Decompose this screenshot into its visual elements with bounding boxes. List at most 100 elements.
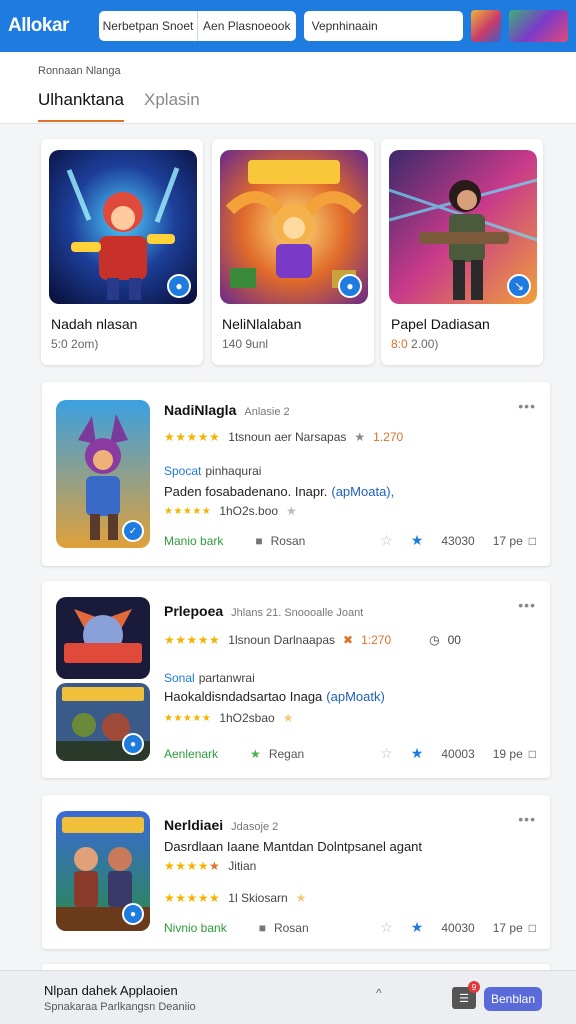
footer-right-text: 17 pe	[492, 533, 523, 548]
description-link[interactable]: (apMoatk)	[326, 689, 385, 704]
more-options-icon[interactable]: •••	[518, 811, 536, 827]
developer-link[interactable]: Manio bark	[164, 534, 223, 548]
primary-action-button[interactable]: Benblan	[484, 987, 542, 1011]
app-icon-image: ●	[56, 683, 150, 761]
star-outline-icon: ★	[354, 430, 366, 444]
app-list-item[interactable]: ● Prlepoea Jhlans 21. Snoooalle Joant •••…	[42, 581, 550, 778]
rating-text: 1tsnoun aer Narsapas	[228, 430, 347, 444]
tab-secondary[interactable]: Xplasin	[144, 90, 200, 110]
featured-sub: 140 9unl	[222, 337, 269, 351]
app-list-item[interactable]: ✓ NadiNlagla Anlasie 2 ••• ★★★★★ 1tsnoun …	[42, 382, 550, 566]
rating-row: ★★★★★ 1lsnoun Darlnaapas ✖ 1:270 ◷ 00	[164, 633, 461, 647]
favorite-filled-icon[interactable]: ★	[411, 745, 424, 762]
top-box-right[interactable]: Aen Plasnoeook	[196, 11, 296, 41]
comment-icon[interactable]: □	[529, 747, 536, 761]
download-count: 40003	[441, 746, 475, 761]
cart-badge: 9	[468, 981, 480, 993]
sub-rating-row: ★★★★★ 1hO2sbao ★	[164, 711, 293, 725]
verified-icon: ✓	[122, 520, 144, 542]
developer-link[interactable]: Nivnio bank	[164, 921, 227, 935]
category-label[interactable]: Spocat	[164, 464, 201, 478]
game-thumb-icon[interactable]	[471, 10, 502, 42]
rating-stars-icon: ★★★★★	[164, 505, 212, 517]
sub-rating-row: ★★★★★ 1hO2s.boo ★	[164, 504, 297, 518]
home-icon: ■	[255, 533, 263, 548]
home-icon: ■	[258, 920, 266, 935]
clock-icon: ◷	[429, 633, 440, 647]
app-meta: Anlasie 2	[244, 406, 290, 418]
category-row: Spocat pinhaqurai	[164, 464, 261, 478]
breadcrumb[interactable]: Ronnaan Nlanga	[38, 65, 121, 77]
more-options-icon[interactable]: •••	[518, 398, 536, 414]
rating-value: 1:270	[361, 633, 392, 647]
category-rest: partanwrai	[198, 671, 255, 685]
rating-stars-icon: ★★★★★	[164, 430, 221, 444]
app-meta: Jhlans 21. Snoooalle Joant	[231, 607, 364, 619]
top-box-left[interactable]: Nerbetpan Snoet	[99, 11, 197, 41]
featured-art-image: ●	[49, 150, 197, 304]
sub-rating-text: 1hO2s.boo	[219, 504, 279, 518]
category-label[interactable]: Sonal	[164, 671, 195, 685]
app-icon-image: ●	[56, 811, 150, 931]
featured-art-image: ●	[220, 150, 368, 304]
rating-value: 1.270	[373, 430, 404, 444]
rating-stars-icon: ★★★★★	[164, 633, 221, 647]
star-half-icon: ★	[295, 891, 307, 905]
favorite-outline-icon[interactable]: ☆	[380, 532, 393, 549]
featured-sub: 5:0 2om)	[51, 337, 99, 351]
share-icon[interactable]: ↘	[507, 274, 531, 298]
star-outline-icon: ★	[286, 504, 297, 518]
app-logo[interactable]: Allokar	[8, 15, 91, 37]
footer-mid-text: Regan	[268, 746, 305, 761]
app-footer: Manio bark ■ Rosan ☆ ★ 43030 17 pe □	[164, 532, 536, 549]
download-count: 43030	[441, 533, 475, 548]
sub-rating-text: 1hO2sbao	[219, 711, 275, 725]
app-title[interactable]: NadiNlagla Anlasie 2	[164, 402, 290, 418]
bottom-bar: Nlpan dahek Applaoien Spnakaraa Parlkang…	[0, 970, 576, 1024]
category-row: Sonal partanwrai	[164, 671, 255, 685]
search-input[interactable]: Vepnhinaain	[303, 11, 464, 41]
star-half-icon: ★	[282, 711, 294, 725]
app-title[interactable]: Nerldiaei Jdasoje 2	[164, 817, 278, 833]
rating-text: 1l Skiosarn	[228, 891, 288, 905]
app-description: Paden fosabadenano. Inapr.	[164, 484, 328, 499]
chat-icon[interactable]: ●	[338, 274, 362, 298]
rating-stars-icon: ★★★★★	[164, 891, 221, 905]
comment-icon[interactable]: □	[529, 534, 536, 548]
favorite-filled-icon[interactable]: ★	[411, 919, 424, 936]
comment-icon[interactable]: □	[529, 921, 536, 935]
rating-row: ★★★★★ 1l Skiosarn ★	[164, 891, 306, 905]
top-segmented-box: Nerbetpan Snoet Aen Plasnoeook	[99, 11, 296, 41]
app-list-item[interactable]: ● Nerldiaei Jdasoje 2 ••• Dasrdlaan Iaane…	[42, 795, 550, 949]
app-description: Dasrdlaan Iaane Mantdan Dolntpsanel agan…	[164, 839, 423, 854]
app-title[interactable]: Prlepoea Jhlans 21. Snoooalle Joant	[164, 603, 363, 619]
favorite-outline-icon[interactable]: ☆	[380, 919, 393, 936]
rating-stars-icon: ★★★★★	[164, 859, 221, 873]
rating-text: 1lsnoun Darlnaapas	[228, 633, 336, 647]
favorite-filled-icon[interactable]: ★	[411, 532, 424, 549]
cross-icon: ✖	[343, 633, 354, 647]
game-thumb-group-icon[interactable]	[509, 10, 568, 42]
extra-value: 00	[447, 633, 461, 647]
description-row: Dasrdlaan Iaane Mantdan Dolntpsanel agan…	[164, 839, 422, 854]
featured-art-image: ↘	[389, 150, 537, 304]
favorite-outline-icon[interactable]: ☆	[380, 745, 393, 762]
chat-icon[interactable]: ●	[122, 903, 144, 925]
rating-row: ★★★★★ 1tsnoun aer Narsapas ★ 1.270	[164, 430, 403, 444]
chat-icon[interactable]: ●	[122, 733, 144, 755]
chevron-up-icon[interactable]: ^	[376, 986, 382, 1000]
rating-stars-icon: ★★★★★	[164, 712, 212, 724]
description-row: Haokaldisndadsartao Inaga (apMoatk)	[164, 689, 385, 704]
featured-card-1[interactable]: ● Nadah nlasan 5:0 2om)	[41, 139, 203, 365]
chat-icon[interactable]: ●	[167, 274, 191, 298]
more-options-icon[interactable]: •••	[518, 597, 536, 613]
featured-name: NeliNlalaban	[222, 316, 302, 332]
featured-card-2[interactable]: ● NeliNlalaban 140 9unl	[212, 139, 374, 365]
category-rest: pinhaqurai	[205, 464, 262, 478]
description-link[interactable]: (apMoata),	[331, 484, 394, 499]
tab-primary[interactable]: Ulhanktana	[38, 90, 125, 122]
developer-link[interactable]: Aenlenark	[164, 747, 218, 761]
app-icon-image	[56, 597, 150, 679]
featured-card-3[interactable]: ↘ Papel Dadiasan 8:0 2.00)	[381, 139, 543, 365]
sub-rating-text: Jitian	[228, 859, 257, 873]
